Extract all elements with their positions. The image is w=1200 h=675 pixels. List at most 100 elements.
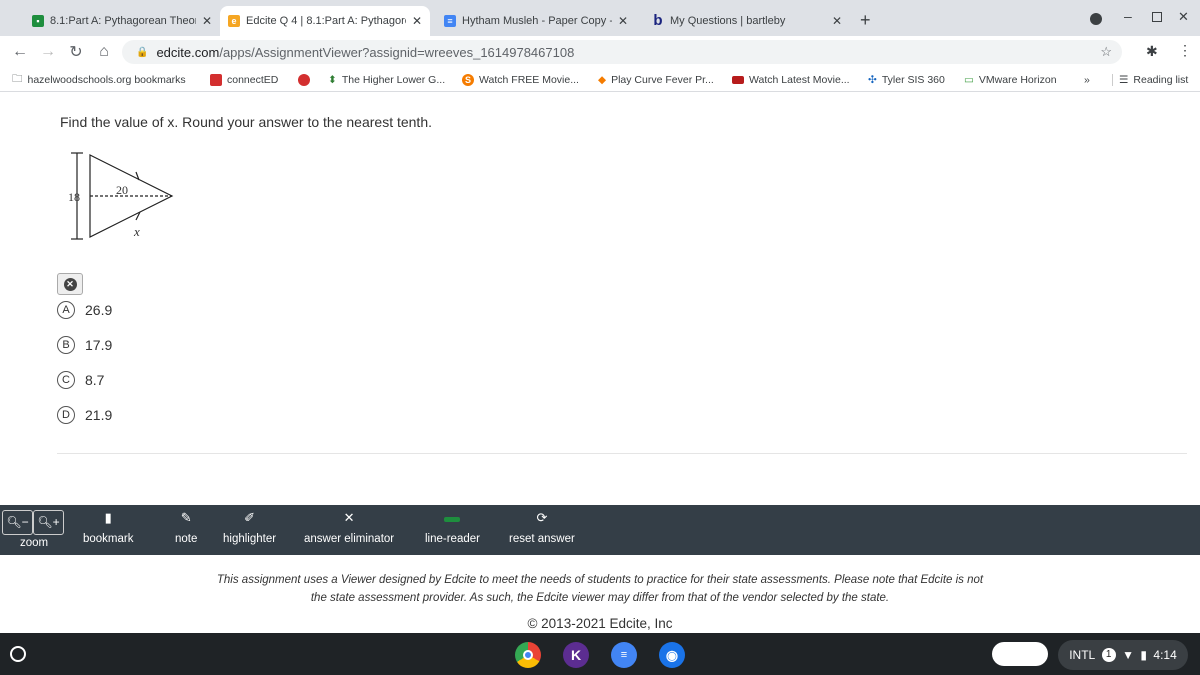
notification-badge: 1	[1101, 648, 1116, 662]
os-shelf: K ≡ ◉ INTL 1 ▼ ▮ 4:14	[0, 633, 1200, 675]
tool-label: line-reader	[425, 533, 480, 545]
close-icon[interactable]: ✕	[832, 14, 842, 28]
bookmark-latest-movie[interactable]: Watch Latest Movie...	[732, 74, 850, 86]
monitor-icon: ▭	[964, 73, 974, 86]
forward-icon[interactable]: →	[40, 43, 56, 61]
docs-icon: ≡	[444, 15, 456, 27]
more-bookmarks-button[interactable]: »	[1084, 74, 1090, 86]
close-icon[interactable]: ✕	[618, 14, 628, 28]
choice-value: 17.9	[85, 337, 113, 353]
bookmark-label: hazelwoodschools.org bookmarks	[27, 73, 186, 86]
updown-icon: ⬍	[328, 73, 337, 86]
tool-label: answer eliminator	[304, 533, 395, 545]
choice-d[interactable]: D 21.9	[57, 406, 112, 424]
reload-icon[interactable]: ↻	[68, 42, 84, 62]
status-tray[interactable]: INTL 1 ▼ ▮ 4:14	[1058, 640, 1188, 670]
triangle-figure: 18 20 x	[68, 152, 174, 240]
tab-bartleby[interactable]: b My Questions | bartleby ✕	[644, 6, 850, 36]
address-bar-row: ← → ↻ ⌂ 🔒 edcite.com/apps/AssignmentViewe…	[0, 36, 1200, 68]
star-icon[interactable]: ☆	[1100, 44, 1112, 60]
highlighter-tool[interactable]: ✐ highlighter	[223, 509, 276, 545]
kami-icon[interactable]: K	[563, 642, 589, 668]
reading-list-label: Reading list	[1133, 73, 1189, 86]
divider	[57, 453, 1187, 454]
tab-docs[interactable]: ≡ Hytham Musleh - Paper Copy - C ✕	[436, 6, 636, 36]
chrome-icon[interactable]	[515, 642, 541, 668]
choice-letter: B	[57, 336, 75, 354]
bookmark-vmware[interactable]: ▭ VMware Horizon	[964, 74, 1057, 86]
profile-icon[interactable]	[1090, 13, 1102, 25]
eliminate-icon: ✕	[63, 277, 77, 291]
bookmark-label: Watch Latest Movie...	[749, 73, 850, 86]
bookmark-label: VMware Horizon	[978, 73, 1057, 86]
choice-c[interactable]: C 8.7	[57, 371, 104, 389]
clock: 4:14	[1153, 648, 1177, 662]
home-icon[interactable]: ⌂	[96, 43, 112, 61]
tab-bar: ▪ 8.1:Part A: Pythagorean Theorem ✕ e Edcit…	[0, 0, 1200, 36]
game-icon: ◆	[598, 73, 607, 86]
minimize-button[interactable]: –	[1124, 8, 1132, 24]
bookmark-connected[interactable]: connectED	[210, 73, 279, 86]
bookmark-curve-fever[interactable]: ◆ Play Curve Fever Pr...	[598, 74, 714, 86]
extensions-icon[interactable]: ✱	[1146, 43, 1158, 60]
back-icon[interactable]: ←	[12, 43, 28, 61]
copyright: © 2013-2021 Edcite, Inc	[527, 616, 673, 631]
choice-letter: D	[57, 406, 75, 424]
note-tool[interactable]: ✎ note	[175, 509, 197, 545]
bookmark-label: Watch FREE Movie...	[479, 73, 579, 86]
movie-icon	[732, 75, 744, 84]
choice-b[interactable]: B 17.9	[57, 336, 112, 354]
launcher-button[interactable]	[10, 646, 26, 662]
choice-a[interactable]: A 26.9	[57, 301, 112, 319]
edcite-icon: e	[228, 15, 240, 27]
reset-answer-tool[interactable]: ⟳ reset answer	[509, 509, 575, 545]
answer-eliminator-tool[interactable]: ✕ answer eliminator	[304, 509, 394, 545]
bookmark-mushroom[interactable]	[298, 73, 310, 86]
battery-icon: ▮	[1140, 648, 1147, 662]
tool-label: bookmark	[83, 533, 134, 545]
s-icon: S	[462, 73, 474, 86]
reading-list-button[interactable]: ☰ Reading list	[1112, 73, 1189, 86]
tab-title: 8.1:Part A: Pythagorean Theorem	[50, 15, 196, 27]
close-icon[interactable]: ✕	[412, 14, 422, 28]
tab-pythagorean[interactable]: ▪ 8.1:Part A: Pythagorean Theorem ✕	[24, 6, 220, 36]
tools-toolbar: 🔍︎− 🔍︎+ zoom ▮ bookmark ✎ note ✐ highlighte…	[0, 505, 1200, 555]
folder-icon: 🗀	[12, 72, 23, 85]
close-window-button[interactable]: ✕	[1178, 9, 1189, 25]
user-avatars[interactable]	[992, 642, 1048, 666]
bookmark-tyler-sis[interactable]: ✣ Tyler SIS 360	[868, 74, 945, 86]
choice-letter: C	[57, 371, 75, 389]
refresh-icon: ⟳	[536, 510, 548, 525]
mcgraw-hill-icon	[210, 73, 222, 86]
bookmark-higher-lower[interactable]: ⬍ The Higher Lower G...	[328, 74, 445, 86]
answer-eliminator-toggle[interactable]: ✕	[57, 273, 83, 295]
url-input[interactable]: 🔒 edcite.com/apps/AssignmentViewer?assign…	[122, 40, 1122, 64]
line-reader-icon	[444, 509, 461, 527]
menu-icon[interactable]: ⋮	[1178, 42, 1192, 59]
camera-icon[interactable]: ◉	[659, 642, 685, 668]
close-icon[interactable]: ✕	[202, 14, 212, 28]
choice-value: 26.9	[85, 302, 113, 318]
bookmark-label: Tyler SIS 360	[881, 73, 945, 86]
bookmark-icon: ▮	[104, 510, 112, 525]
zoom-label: zoom	[20, 537, 49, 549]
lock-icon: 🔒	[136, 46, 149, 58]
new-tab-button[interactable]: +	[860, 10, 871, 31]
bookmark-tool[interactable]: ▮ bookmark	[83, 509, 134, 545]
line-reader-tool[interactable]: line-reader	[425, 509, 480, 545]
maximize-button[interactable]	[1152, 12, 1162, 22]
wifi-icon: ▼	[1122, 648, 1134, 662]
tab-edcite[interactable]: e Edcite Q 4 | 8.1:Part A: Pythagorean ✕	[220, 6, 430, 36]
choice-letter: A	[57, 301, 75, 319]
tool-label: highlighter	[223, 533, 277, 545]
zoom-in-button[interactable]: 🔍︎+	[33, 510, 64, 535]
mushroom-icon	[298, 73, 310, 86]
bookmark-label: connectED	[227, 73, 279, 86]
bookmark-watch-free[interactable]: S Watch FREE Movie...	[462, 73, 579, 86]
zoom-out-button[interactable]: 🔍︎−	[2, 510, 33, 535]
tab-title: Hytham Musleh - Paper Copy - C	[462, 15, 612, 27]
tab-title: Edcite Q 4 | 8.1:Part A: Pythagorean	[246, 15, 406, 27]
docs-app-icon[interactable]: ≡	[611, 642, 637, 668]
chevrons-icon: »	[1084, 73, 1090, 86]
bookmark-folder[interactable]: 🗀 hazelwoodschools.org bookmarks	[12, 71, 186, 89]
